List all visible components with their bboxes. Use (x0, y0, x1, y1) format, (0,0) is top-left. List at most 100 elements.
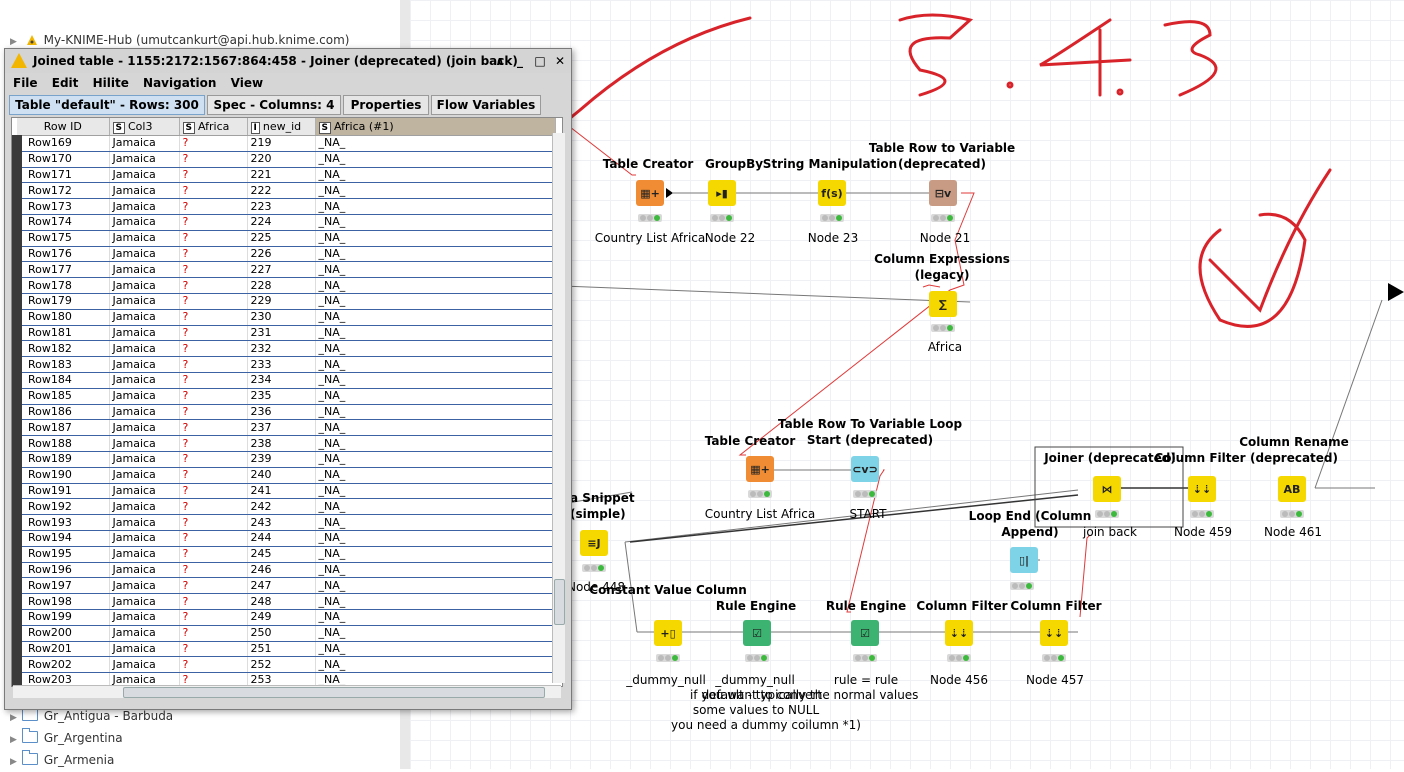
table-cell[interactable]: _NA_ (314, 514, 555, 531)
table-cell[interactable]: ? (178, 593, 247, 610)
table-cell[interactable]: 241 (246, 483, 315, 500)
table-cell[interactable]: ? (178, 435, 247, 452)
table-cell[interactable]: Jamaica (108, 546, 179, 563)
table-cell[interactable]: ? (178, 546, 247, 563)
node-joiner[interactable]: ⋈ (1093, 476, 1121, 502)
table-cell[interactable]: _NA_ (314, 182, 555, 200)
table-row[interactable]: Row175 Jamaica? 225 _NA_ (12, 230, 555, 247)
table-row[interactable]: Row176 Jamaica? 226 _NA_ (12, 246, 555, 263)
column-header[interactable]: S Col3 (109, 118, 180, 136)
table-cell[interactable]: 251 (246, 641, 315, 658)
table-row[interactable]: Row170 Jamaica? 220 _NA_ (12, 151, 555, 168)
table-cell[interactable]: 225 (246, 230, 315, 247)
table-cell[interactable]: ? (178, 498, 247, 516)
node-column-filter-459[interactable]: ⇣⇣ (1188, 476, 1216, 502)
row-id-cell[interactable]: Row202 (12, 656, 109, 674)
table-cell[interactable]: 229 (246, 293, 315, 310)
table-cell[interactable]: Jamaica (108, 388, 179, 405)
table-cell[interactable]: _NA_ (314, 293, 555, 310)
table-cell[interactable]: 224 (246, 214, 315, 231)
table-cell[interactable]: 222 (246, 182, 315, 200)
node-loop-end[interactable]: ▯| (1010, 547, 1038, 573)
table-cell[interactable]: Jamaica (108, 419, 179, 437)
table-cell[interactable]: _NA_ (314, 498, 555, 516)
table-cell[interactable]: 244 (246, 530, 315, 547)
row-id-cell[interactable]: Row169 (12, 135, 109, 152)
menu-view[interactable]: View (231, 76, 263, 90)
table-cell[interactable]: 245 (246, 546, 315, 563)
table-cell[interactable]: 243 (246, 514, 315, 531)
row-id-cell[interactable]: Row173 (12, 198, 109, 215)
node-rule-engine-1[interactable]: ☑ (743, 620, 771, 646)
table-cell[interactable]: Jamaica (108, 198, 179, 215)
row-id-cell[interactable]: Row187 (12, 419, 109, 437)
row-id-cell[interactable]: Row179 (12, 293, 109, 310)
table-row[interactable]: Row179 Jamaica? 229 _NA_ (12, 293, 555, 310)
hub-tree-item[interactable]: ▶ My-KNIME-Hub (umutcankurt@api.hub.knim… (10, 30, 349, 50)
row-id-cell[interactable]: Row193 (12, 514, 109, 531)
node-groupby[interactable]: ▸▮ (708, 180, 736, 206)
scrollbar-thumb[interactable] (123, 687, 545, 698)
row-id-cell[interactable]: Row172 (12, 182, 109, 200)
table-cell[interactable]: Jamaica (108, 230, 179, 247)
row-id-cell[interactable]: Row185 (12, 388, 109, 405)
table-cell[interactable]: Jamaica (108, 609, 179, 626)
table-row[interactable]: Row196 Jamaica? 246 _NA_ (12, 562, 555, 579)
row-id-cell[interactable]: Row174 (12, 214, 109, 231)
column-header[interactable]: Inew_id (247, 118, 316, 136)
row-id-cell[interactable]: Row189 (12, 451, 109, 468)
node-column-filter-457[interactable]: ⇣⇣ (1040, 620, 1068, 646)
table-cell[interactable]: ? (178, 372, 247, 389)
row-id-cell[interactable]: Row199 (12, 609, 109, 626)
table-cell[interactable]: _NA_ (314, 135, 555, 152)
table-cell[interactable]: ? (178, 135, 247, 152)
table-cell[interactable]: 252 (246, 656, 315, 674)
node-java-snippet[interactable]: ≡J (580, 530, 608, 556)
table-cell[interactable]: Jamaica (108, 530, 179, 547)
table-cell[interactable]: 228 (246, 277, 315, 294)
row-id-cell[interactable]: Row175 (12, 230, 109, 247)
table-cell[interactable]: _NA_ (314, 277, 555, 294)
row-id-cell[interactable]: Row198 (12, 593, 109, 610)
data-table[interactable]: Row ID S Col3 S Africa Inew_id S Africa (#1… (11, 117, 563, 687)
table-row[interactable]: Row178 Jamaica? 228 _NA_ (12, 277, 555, 294)
table-cell[interactable]: Jamaica (108, 214, 179, 231)
table-cell[interactable]: ? (178, 198, 247, 215)
table-row[interactable]: Row181 Jamaica? 231 _NA_ (12, 325, 555, 342)
table-cell[interactable]: 250 (246, 625, 315, 642)
table-cell[interactable]: ? (178, 388, 247, 405)
table-cell[interactable]: _NA_ (314, 340, 555, 358)
table-row[interactable]: Row180 Jamaica? 230 _NA_ (12, 309, 555, 326)
table-cell[interactable]: ? (178, 167, 247, 184)
table-cell[interactable]: _NA_ (314, 198, 555, 215)
table-cell[interactable]: Jamaica (108, 309, 179, 326)
table-row[interactable]: Row171 Jamaica? 221 _NA_ (12, 167, 555, 184)
node-loop-start[interactable]: ⊂v⊃ (851, 456, 879, 482)
row-id-cell[interactable]: Row197 (12, 577, 109, 595)
table-cell[interactable]: _NA_ (314, 419, 555, 437)
table-cell[interactable]: 249 (246, 609, 315, 626)
row-id-cell[interactable]: Row177 (12, 261, 109, 279)
table-cell[interactable]: ? (178, 214, 247, 231)
table-row[interactable]: Row198 Jamaica? 248 _NA_ (12, 593, 555, 610)
table-cell[interactable]: ? (178, 625, 247, 642)
row-id-cell[interactable]: Row180 (12, 309, 109, 326)
table-cell[interactable]: Jamaica (108, 135, 179, 152)
node-rule-engine-2[interactable]: ☑ (851, 620, 879, 646)
table-cell[interactable]: _NA_ (314, 372, 555, 389)
dialog-titlebar[interactable]: Joined table - 1155:2172:1567:864:458 - … (5, 49, 571, 73)
row-id-cell[interactable]: Row181 (12, 325, 109, 342)
expand-arrow-icon[interactable]: ▶ (10, 752, 22, 772)
table-cell[interactable]: ? (178, 230, 247, 247)
table-row[interactable]: Row194 Jamaica? 244 _NA_ (12, 530, 555, 547)
table-cell[interactable]: Jamaica (108, 593, 179, 610)
table-cell[interactable]: 235 (246, 388, 315, 405)
tab-table-default[interactable]: Table "default" - Rows: 300 (9, 95, 205, 115)
table-horizontal-scrollbar[interactable] (13, 685, 561, 698)
table-cell[interactable]: Jamaica (108, 577, 179, 595)
table-cell[interactable]: Jamaica (108, 483, 179, 500)
node-table-creator-2[interactable]: ▦+ (746, 456, 774, 482)
table-cell[interactable]: ? (178, 514, 247, 531)
table-row[interactable]: Row193 Jamaica? 243 _NA_ (12, 514, 555, 531)
table-row[interactable]: Row190 Jamaica? 240 _NA_ (12, 467, 555, 484)
